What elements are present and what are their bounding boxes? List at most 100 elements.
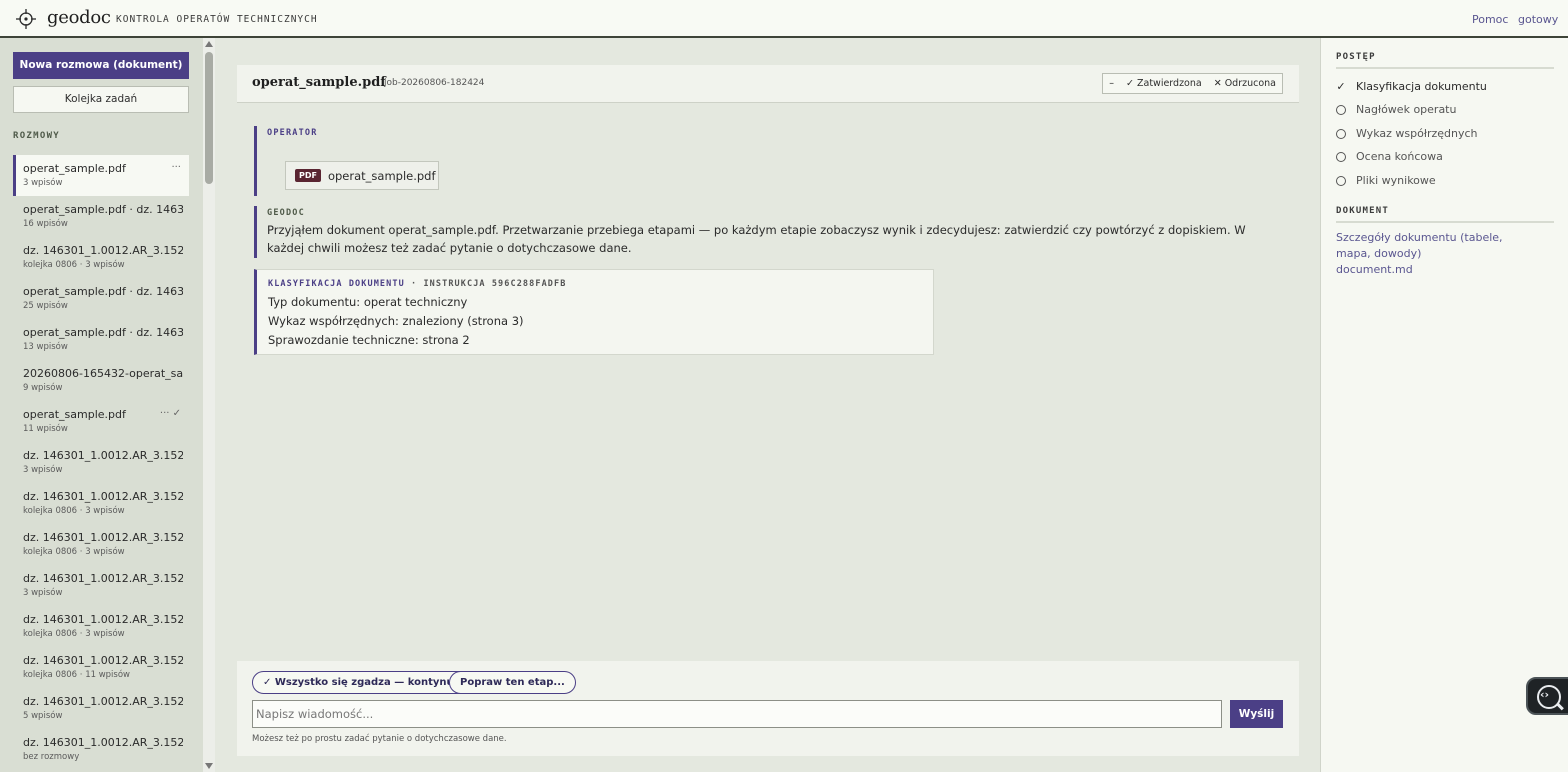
conversation-meta: 5 wpisów bbox=[23, 711, 63, 721]
accept-continue-chip[interactable]: ✓ Wszystko się zgadza — kontynuuj bbox=[252, 671, 476, 694]
progress-panel: POSTĘP ✓ Klasyfikacja dokumentu Nagłówek … bbox=[1320, 38, 1568, 772]
conversation-meta: kolejka 0806 · 3 wpisów bbox=[23, 506, 125, 516]
crosshair-icon bbox=[16, 9, 36, 29]
status-approved-option[interactable]: ✓ Zatwierdzona bbox=[1120, 74, 1208, 93]
conversation-meta: 3 wpisów bbox=[23, 588, 63, 598]
conversation-list: operat_sample.pdf 3 wpisów ··· operat_sampl… bbox=[13, 155, 189, 770]
conversation-title: operat_sample.pdf bbox=[23, 162, 126, 175]
app-logo-text: geodoc bbox=[47, 7, 111, 28]
task-queue-button[interactable]: Kolejka zadań bbox=[13, 86, 189, 113]
conversation-title: dz. 146301_1.0012.AR_3.152/ bbox=[23, 572, 183, 585]
progress-label: POSTĘP bbox=[1336, 52, 1376, 62]
code-brackets-icon: ‹› bbox=[1540, 688, 1550, 701]
conversation-meta: kolejka 0806 · 3 wpisów bbox=[23, 547, 125, 557]
scroll-up-icon[interactable] bbox=[205, 41, 213, 47]
conversation-item[interactable]: dz. 146301_1.0012.AR_3.152/kolejka 0806 … bbox=[13, 606, 189, 647]
conversation-menu-icon[interactable]: ··· ✓ bbox=[160, 408, 181, 419]
conversation-meta: 11 wpisów bbox=[23, 424, 68, 434]
step-final-assessment: Ocena końcowa bbox=[1336, 150, 1443, 163]
app-subtitle: KONTROLA OPERATÓW TECHNICZNYCH bbox=[116, 14, 318, 25]
operator-label: OPERATOR bbox=[267, 128, 318, 138]
conversation-title: dz. 146301_1.0012.AR_3.152/ bbox=[23, 695, 183, 708]
operator-message-bar bbox=[254, 126, 257, 196]
document-title: operat_sample.pdf bbox=[252, 75, 386, 90]
scroll-down-icon[interactable] bbox=[205, 763, 213, 769]
conversation-item[interactable]: operat_sample.pdf · dz. 146301 16 wpisów bbox=[13, 196, 189, 237]
new-conversation-button[interactable]: Nowa rozmowa (dokument) bbox=[13, 52, 189, 79]
message-input[interactable]: Napisz wiadomość... bbox=[252, 700, 1222, 728]
attachment-name: operat_sample.pdf bbox=[327, 168, 436, 183]
conversation-item[interactable]: operat_sample.pdf · dz. 146301 25 wpisów bbox=[13, 278, 189, 319]
conversation-item[interactable]: operat_sample.pdf 11 wpisów ··· ✓ bbox=[13, 401, 189, 442]
conversation-meta: 16 wpisów bbox=[23, 219, 68, 229]
conversation-item[interactable]: dz. 146301_1.0012.AR_3.152/kolejka 0806 … bbox=[13, 524, 189, 565]
geodoc-label: GEODOC bbox=[267, 208, 305, 218]
document-header: operat_sample.pdf job-20260806-182424 – … bbox=[237, 65, 1299, 103]
pending-circle-icon bbox=[1336, 128, 1346, 139]
step-coordinates: Wykaz współrzędnych bbox=[1336, 127, 1478, 140]
result-line: Wykaz współrzędnych: znaleziony (strona … bbox=[268, 314, 524, 328]
conversation-title: dz. 146301_1.0012.AR_3.152/ bbox=[23, 244, 183, 257]
sidebar-scrollbar[interactable] bbox=[203, 38, 215, 772]
status-rejected-option[interactable]: ✕ Odrzucona bbox=[1208, 74, 1282, 93]
conversation-meta: bez rozmowy bbox=[23, 752, 80, 762]
conversations-section-label: ROZMOWY bbox=[13, 131, 61, 141]
step-label: Pliki wynikowe bbox=[1356, 174, 1436, 187]
result-line: Sprawozdanie techniczne: strona 2 bbox=[268, 333, 470, 347]
geodoc-message-bar bbox=[254, 206, 257, 258]
document-label: DOKUMENT bbox=[1336, 206, 1389, 216]
conversation-item[interactable]: dz. 146301_1.0012.AR_3.152/5 wpisów bbox=[13, 688, 189, 729]
help-link[interactable]: Pomoc bbox=[1472, 13, 1508, 26]
conversation-title: operat_sample.pdf · dz. 146301 bbox=[23, 285, 183, 298]
status-indicator: gotowy bbox=[1518, 13, 1559, 26]
lens-handle bbox=[1556, 702, 1564, 711]
conversation-item[interactable]: dz. 146301_1.0012.AR_3.152/kolejka 0806 … bbox=[13, 647, 189, 688]
composer-hint: Możesz też po prostu zadać pytanie o dot… bbox=[252, 734, 507, 744]
conversation-item[interactable]: dz. 146301_1.0012.AR_3.152/kolejka 0806 … bbox=[13, 237, 189, 278]
status-none-option[interactable]: – bbox=[1103, 74, 1120, 93]
conversation-meta: 3 wpisów bbox=[23, 465, 63, 475]
step-output-files: Pliki wynikowe bbox=[1336, 174, 1436, 187]
result-line: Typ dokumentu: operat techniczny bbox=[268, 295, 468, 309]
review-status-group: – ✓ Zatwierdzona ✕ Odrzucona bbox=[1102, 73, 1283, 94]
pdf-file-icon: PDF bbox=[295, 169, 321, 182]
conversation-meta: 25 wpisów bbox=[23, 301, 68, 311]
sidebar: Nowa rozmowa (dokument) Kolejka zadań RO… bbox=[0, 38, 203, 772]
document-md-link[interactable]: document.md bbox=[1336, 262, 1536, 278]
step-label: Ocena końcowa bbox=[1356, 150, 1443, 163]
conversation-title: dz. 146301_1.0012.AR_3.152/ bbox=[23, 449, 183, 462]
conversation-item[interactable]: dz. 146301_1.0012.AR_3.152/3 wpisów bbox=[13, 565, 189, 606]
conversation-item[interactable]: 20260806-165432-operat_sam 9 wpisów bbox=[13, 360, 189, 401]
send-button[interactable]: Wyślij bbox=[1230, 700, 1283, 728]
check-icon: ✓ bbox=[1336, 80, 1346, 93]
step-header: Nagłówek operatu bbox=[1336, 103, 1456, 116]
fix-stage-chip[interactable]: Popraw ten etap... bbox=[449, 671, 576, 694]
conversation-item[interactable]: dz. 146301_1.0012.AR_3.152/bez rozmowy bbox=[13, 729, 189, 770]
conversation-title: dz. 146301_1.0012.AR_3.152/ bbox=[23, 613, 183, 626]
pdf-attachment[interactable]: PDF operat_sample.pdf bbox=[285, 161, 439, 190]
pending-circle-icon bbox=[1336, 175, 1346, 186]
conversation-item[interactable]: operat_sample.pdf 3 wpisów ··· bbox=[13, 155, 189, 196]
scrollbar-thumb[interactable] bbox=[205, 52, 213, 184]
conversation-title: operat_sample.pdf · dz. 146301 bbox=[23, 203, 183, 216]
conversation-meta: kolejka 0806 · 3 wpisów bbox=[23, 260, 125, 270]
pending-circle-icon bbox=[1336, 151, 1346, 162]
document-details-link[interactable]: Szczegóły dokumentu (tabele, mapa, dowod… bbox=[1336, 230, 1536, 262]
conversation-meta: 13 wpisów bbox=[23, 342, 68, 352]
conversation-menu-icon[interactable]: ··· bbox=[171, 162, 181, 173]
step-label: Wykaz współrzędnych bbox=[1356, 127, 1478, 140]
result-title: KLASYFIKACJA DOKUMENTU bbox=[268, 279, 405, 289]
result-separator: · bbox=[404, 279, 424, 289]
conversation-meta: kolejka 0806 · 11 wpisów bbox=[23, 670, 131, 680]
conversation-title: 20260806-165432-operat_sam bbox=[23, 367, 183, 380]
conversation-item[interactable]: operat_sample.pdf · dz. 146301 13 wpisów bbox=[13, 319, 189, 360]
step-classification: ✓ Klasyfikacja dokumentu bbox=[1336, 80, 1487, 93]
conversation-title: dz. 146301_1.0012.AR_3.152/ bbox=[23, 654, 183, 667]
step-label: Nagłówek operatu bbox=[1356, 103, 1457, 116]
conversation-title: operat_sample.pdf · dz. 146301 bbox=[23, 326, 183, 339]
conversation-item[interactable]: dz. 146301_1.0012.AR_3.152/kolejka 0806 … bbox=[13, 483, 189, 524]
conversation-meta: kolejka 0806 · 3 wpisów bbox=[23, 629, 125, 639]
floating-inspector-button[interactable]: ‹› bbox=[1526, 677, 1568, 715]
conversation-item[interactable]: dz. 146301_1.0012.AR_3.152/3 wpisów bbox=[13, 442, 189, 483]
conversation-meta: 3 wpisów bbox=[23, 178, 63, 188]
